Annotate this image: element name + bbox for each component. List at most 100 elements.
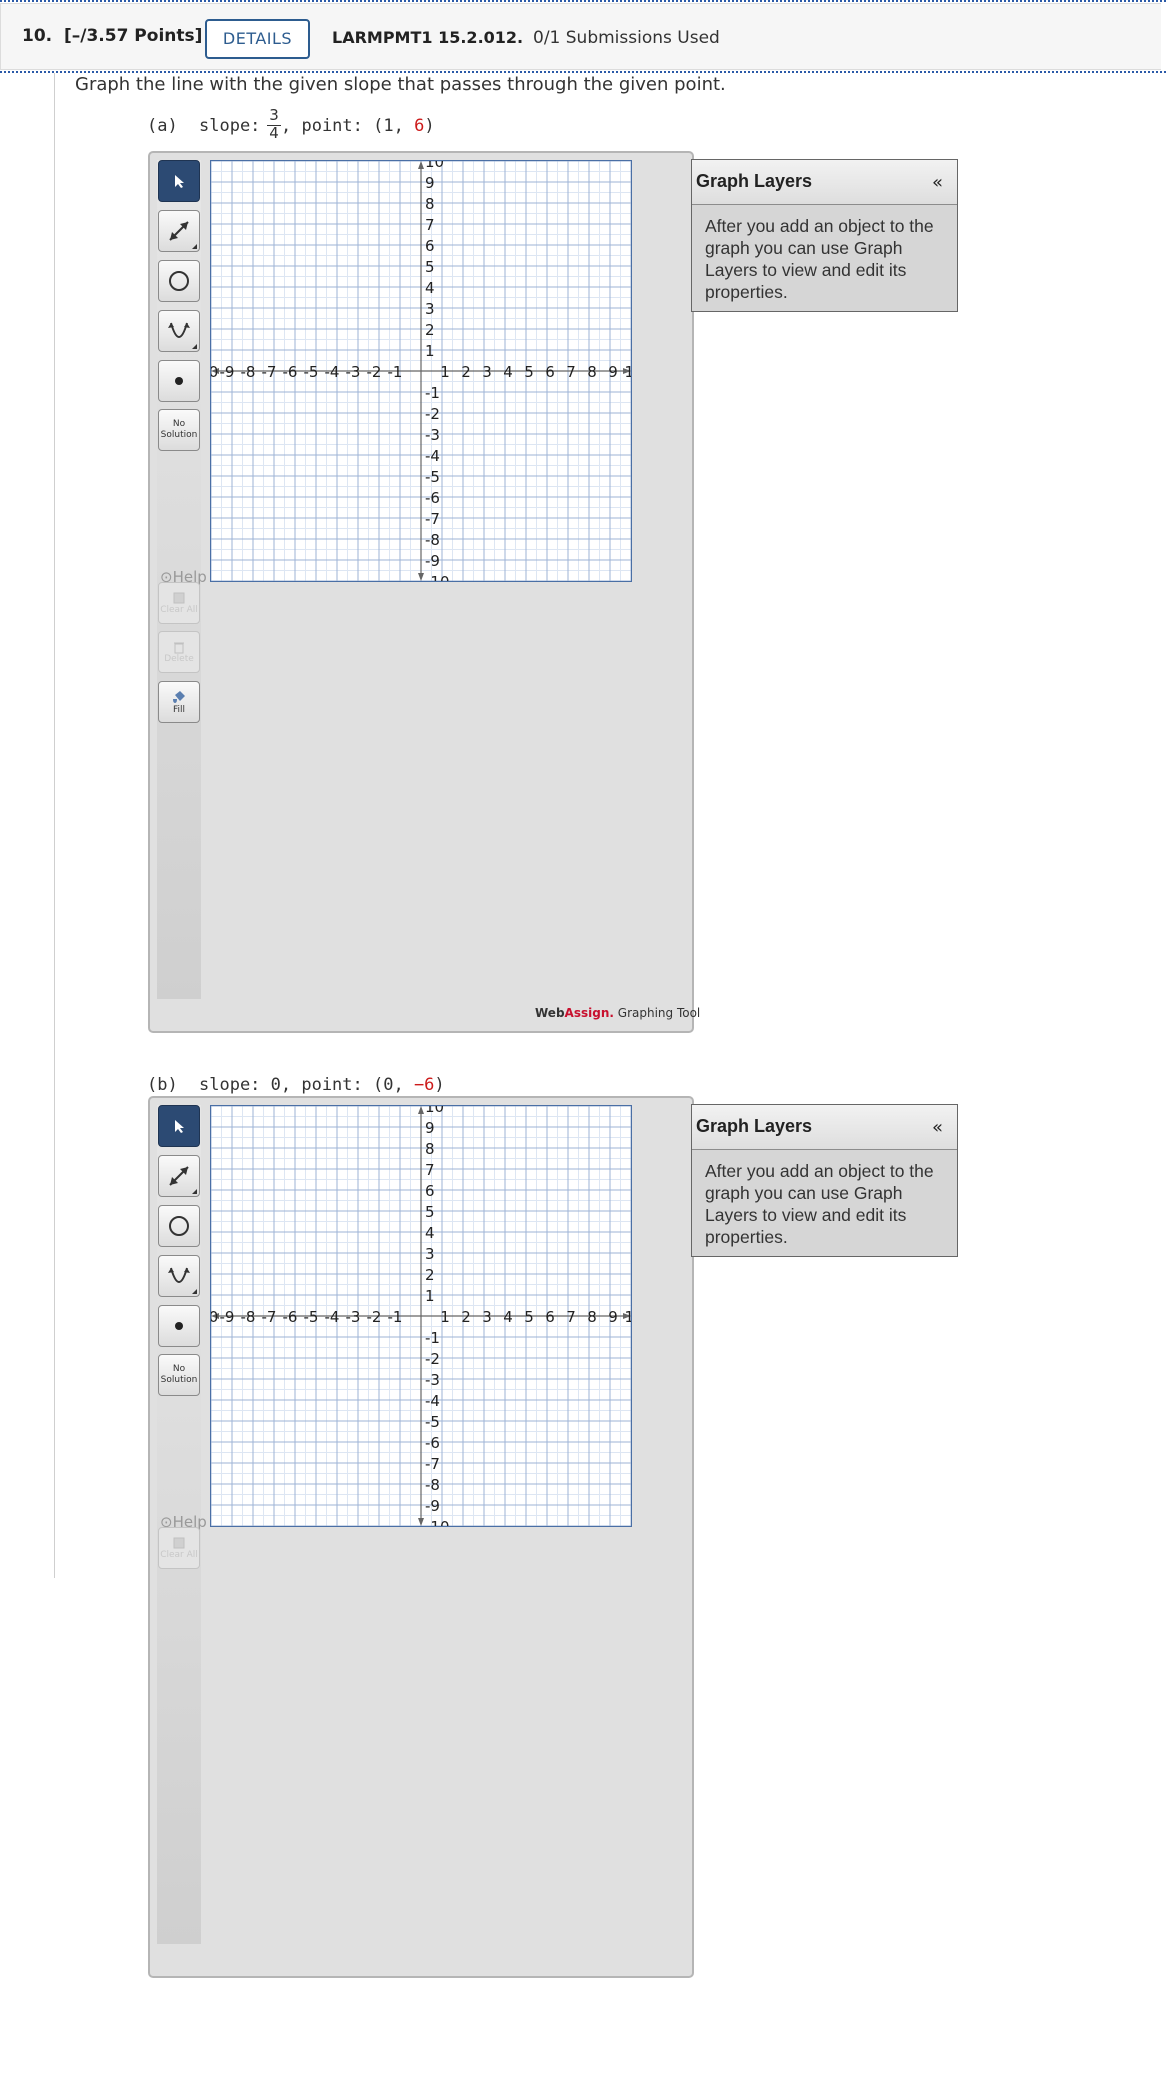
y-tick-label: 4 [425,279,435,297]
part-a-point-text: , point: (1, 6) [281,116,435,136]
line-tool-button[interactable] [158,1155,200,1197]
part-a-slope-fraction: 3 4 [267,106,281,142]
y-tick-label: -1 [425,1329,440,1347]
no-solution-button[interactable]: No Solution [158,409,200,451]
x-tick-label: 10 [624,363,631,381]
arrow-pointer-icon [175,1120,184,1133]
clear-all-button[interactable]: Clear All [158,1527,200,1569]
graphing-tool-a: No Solution ⊙Help Clear All Delete Fill … [0,151,1166,1151]
x-tick-label: -3 [346,1308,361,1326]
x-tick-label: -3 [346,363,361,381]
y-tick-label: 5 [425,258,435,276]
point-dot-icon [175,377,183,385]
point-tool-button[interactable] [158,1305,200,1347]
x-tick-label: 1 [440,1308,450,1326]
y-tick-label: -4 [425,1392,440,1410]
x-tick-label: -5 [304,363,319,381]
y-axis-arrow [418,161,424,169]
line-arrows-icon [169,221,189,241]
submenu-corner-icon [192,1189,197,1194]
y-tick-label: 10 [425,161,444,171]
circle-tool-button[interactable] [158,1205,200,1247]
y-tick-label: -7 [425,510,440,528]
graph-canvas[interactable]: -10-9-8-7-6-5-4-3-2-112345678910-10-9-8-… [210,160,632,582]
fill-bucket-icon [173,690,185,703]
pointer-tool-button[interactable] [158,160,200,202]
y-tick-label: -1 [425,384,440,402]
x-tick-label: -7 [262,363,277,381]
question-prompt: Graph the line with the given slope that… [75,74,726,95]
graph-canvas[interactable]: -10-9-8-7-6-5-4-3-2-112345678910-10-9-8-… [210,1105,632,1527]
x-tick-label: -4 [325,1308,340,1326]
graph-layers-help-text: After you add an object to the graph you… [705,1161,934,1247]
x-tick-label: -1 [388,363,403,381]
clear-all-button[interactable]: Clear All [158,582,200,624]
coordinate-grid[interactable]: -10-9-8-7-6-5-4-3-2-112345678910-10-9-8-… [211,161,631,581]
no-solution-button[interactable]: No Solution [158,1354,200,1396]
x-tick-label: 7 [566,363,576,381]
line-tool-button[interactable] [158,210,200,252]
y-tick-label: -10 [425,1518,450,1526]
y-tick-label: -4 [425,447,440,465]
slope-numerator: 3 [269,106,279,124]
graph-layers-header: Graph Layers « [692,1105,957,1150]
point-dot-icon [175,1322,183,1330]
slope-denominator: 4 [269,124,279,142]
y-tick-label: 8 [425,195,435,213]
submenu-corner-icon [192,244,197,249]
webassign-brand: WebAssign. Graphing Tool [535,1006,701,1020]
y-tick-label: -2 [425,1350,440,1368]
parabola-tool-button[interactable] [158,1255,200,1297]
point-tool-button[interactable] [158,360,200,402]
graphing-tool-b: No Solution ⊙Help Clear All -10-9-8-7-6-… [0,1096,1166,2096]
y-tick-label: 8 [425,1140,435,1158]
y-tick-label: -9 [425,1497,440,1515]
y-axis-arrow [418,573,424,581]
y-tick-label: -2 [425,405,440,423]
y-tick-label: -5 [425,468,440,486]
x-tick-label: -6 [283,1308,298,1326]
x-tick-label: 7 [566,1308,576,1326]
x-tick-label: 2 [461,363,471,381]
parabola-icon [168,1267,190,1283]
x-tick-label: -2 [367,363,382,381]
y-tick-label: 10 [425,1106,444,1116]
graph-layers-header: Graph Layers « [692,160,957,205]
x-tick-label: 2 [461,1308,471,1326]
arrow-pointer-icon [175,175,184,188]
parabola-tool-button[interactable] [158,310,200,352]
x-tick-label: 4 [503,1308,513,1326]
coordinate-grid[interactable]: -10-9-8-7-6-5-4-3-2-112345678910-10-9-8-… [211,1106,631,1526]
y-tick-label: 5 [425,1203,435,1221]
pointer-tool-button[interactable] [158,1105,200,1147]
y-tick-label: -10 [425,573,450,581]
graph-layers-panel: Graph Layers « After you add an object t… [691,1104,958,1257]
x-tick-label: -4 [325,363,340,381]
x-tick-label: 3 [482,363,492,381]
circle-icon [169,271,189,291]
y-tick-label: 6 [425,237,435,255]
clear-all-icon [173,592,185,603]
y-tick-label: 4 [425,1224,435,1242]
y-tick-label: 7 [425,1161,435,1179]
x-tick-label: -7 [262,1308,277,1326]
submenu-corner-icon [192,1289,197,1294]
x-tick-label: 10 [624,1308,631,1326]
fill-button[interactable]: Fill [158,681,200,723]
graph-layers-title: Graph Layers [696,171,813,191]
y-tick-label: -8 [425,531,440,549]
part-a-point-highlight: 6 [414,116,425,136]
x-tick-label: 5 [524,363,534,381]
circle-tool-button[interactable] [158,260,200,302]
y-tick-label: -7 [425,1455,440,1473]
graph-layers-panel: Graph Layers « After you add an object t… [691,159,958,312]
question-header: 10. [–/3.57 Points] DETAILS LARMPMT1 15.… [0,3,1161,70]
details-button[interactable]: DETAILS [205,19,310,59]
y-tick-label: -5 [425,1413,440,1431]
y-tick-label: -6 [425,489,440,507]
y-tick-label: 7 [425,216,435,234]
delete-button[interactable]: Delete [158,631,200,673]
collapse-icon[interactable]: « [932,1117,943,1138]
y-tick-label: 9 [425,174,435,192]
collapse-icon[interactable]: « [932,172,943,193]
